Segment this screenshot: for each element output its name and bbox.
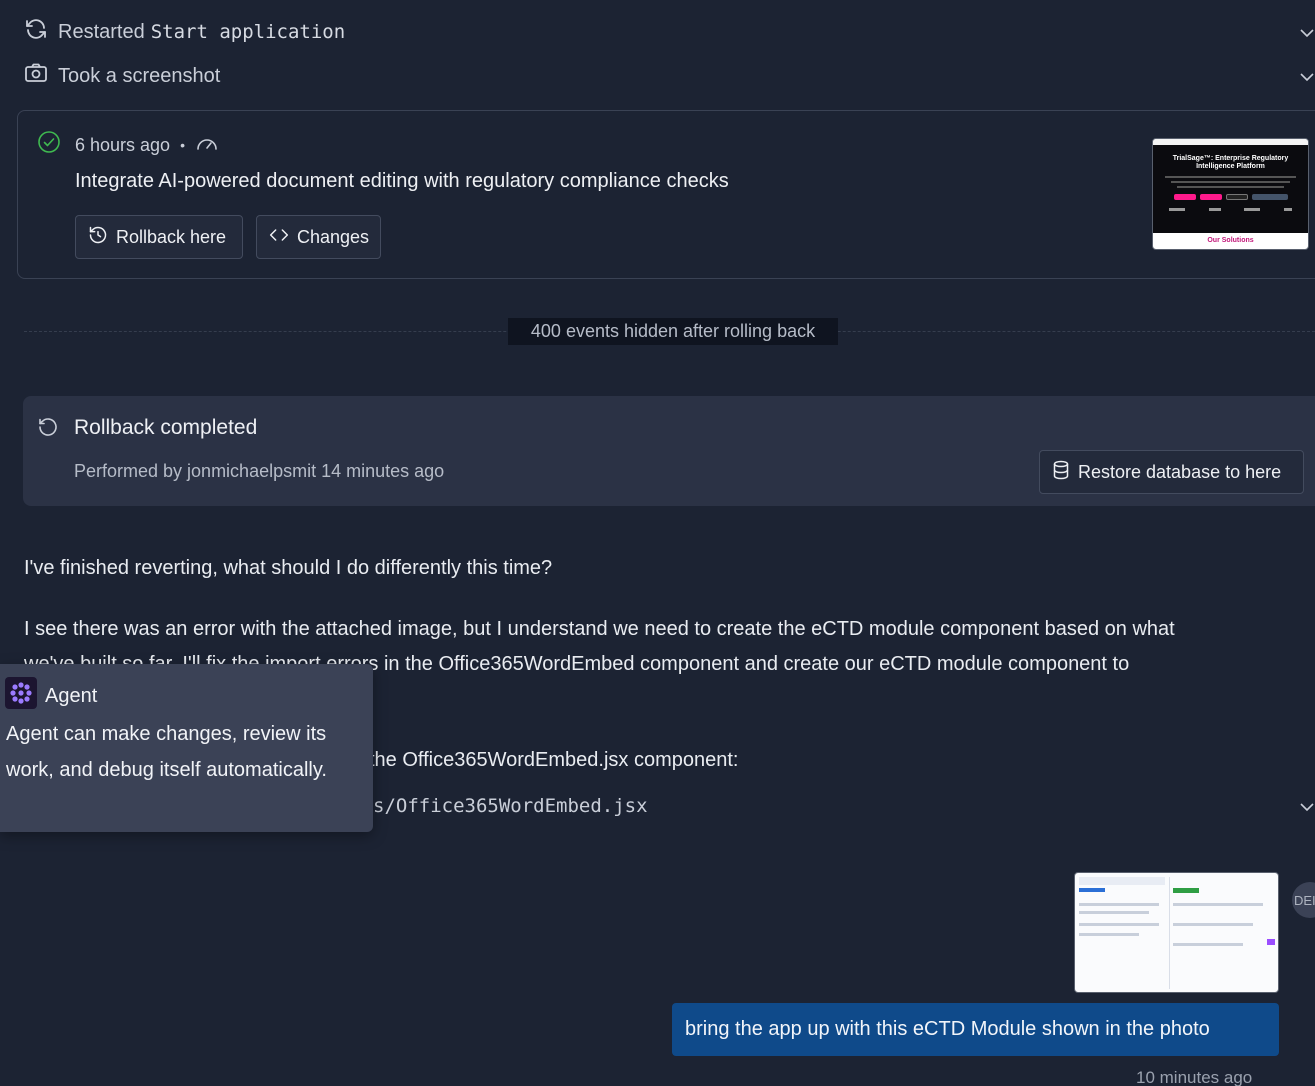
restore-database-label: Restore database to here <box>1078 461 1282 482</box>
action-command: Start application <box>150 21 346 43</box>
rollback-title: Rollback completed <box>74 416 258 439</box>
action-label: Restarted <box>58 20 145 43</box>
answer-line: I see there was an error with the attach… <box>24 618 1175 640</box>
meta-separator: • <box>180 137 185 153</box>
checkpoint-screenshot-thumbnail[interactable]: TrialSage™: Enterprise Regulatory Intell… <box>1152 138 1309 250</box>
restart-icon <box>24 17 48 47</box>
thumbnail-heading: TrialSage™: Enterprise Regulatory Intell… <box>1172 155 1289 170</box>
code-icon <box>269 225 289 250</box>
checkpoint-time: 6 hours ago <box>75 134 171 155</box>
user-message: bring the app up with this eCTD Module s… <box>672 1003 1279 1056</box>
question-message: I've finished reverting, what should I d… <box>24 557 553 579</box>
rollback-performed-by: Performed by jonmichaelpsmit 14 minutes … <box>74 461 445 481</box>
checkpoint-meta: 6 hours ago • <box>37 130 219 160</box>
rollback-here-label: Rollback here <box>116 226 227 247</box>
hidden-events-label[interactable]: 400 events hidden after rolling back <box>508 318 838 345</box>
thumbnail-footer: Our Solutions <box>1207 237 1254 244</box>
database-icon <box>1052 460 1070 485</box>
chevron-down-icon[interactable] <box>1299 25 1315 41</box>
checkpoint-title: Integrate AI-powered document editing wi… <box>75 170 729 192</box>
chevron-down-icon[interactable] <box>1299 799 1315 815</box>
message-timestamp: 10 minutes ago <box>1136 1068 1253 1086</box>
history-icon <box>88 225 108 250</box>
rollback-here-button[interactable]: Rollback here <box>75 215 243 259</box>
changes-button[interactable]: Changes <box>256 215 381 259</box>
camera-icon <box>24 61 48 91</box>
tooltip-title: Agent <box>45 684 98 707</box>
file-path[interactable]: s/Office365WordEmbed.jsx <box>373 789 648 824</box>
action-screenshot[interactable]: Took a screenshot <box>24 61 220 91</box>
agent-tooltip: Agent Agent can make changes, review its… <box>0 664 373 832</box>
restore-database-button[interactable]: Restore database to here <box>1039 450 1304 494</box>
answer-line: the Office365WordEmbed.jsx component: <box>369 749 739 771</box>
chevron-down-icon[interactable] <box>1299 69 1315 85</box>
action-restarted[interactable]: Restarted Start application <box>24 17 345 47</box>
tooltip-body: Agent can make changes, review its work,… <box>6 723 327 781</box>
gauge-icon <box>195 132 219 158</box>
changes-label: Changes <box>297 226 370 247</box>
avatar[interactable]: DEI <box>1292 882 1315 918</box>
user-attached-screenshot[interactable] <box>1074 872 1279 993</box>
check-circle-icon <box>37 130 61 160</box>
agent-icon <box>5 677 37 715</box>
undo-icon <box>36 416 60 446</box>
action-label: Took a screenshot <box>58 64 221 87</box>
